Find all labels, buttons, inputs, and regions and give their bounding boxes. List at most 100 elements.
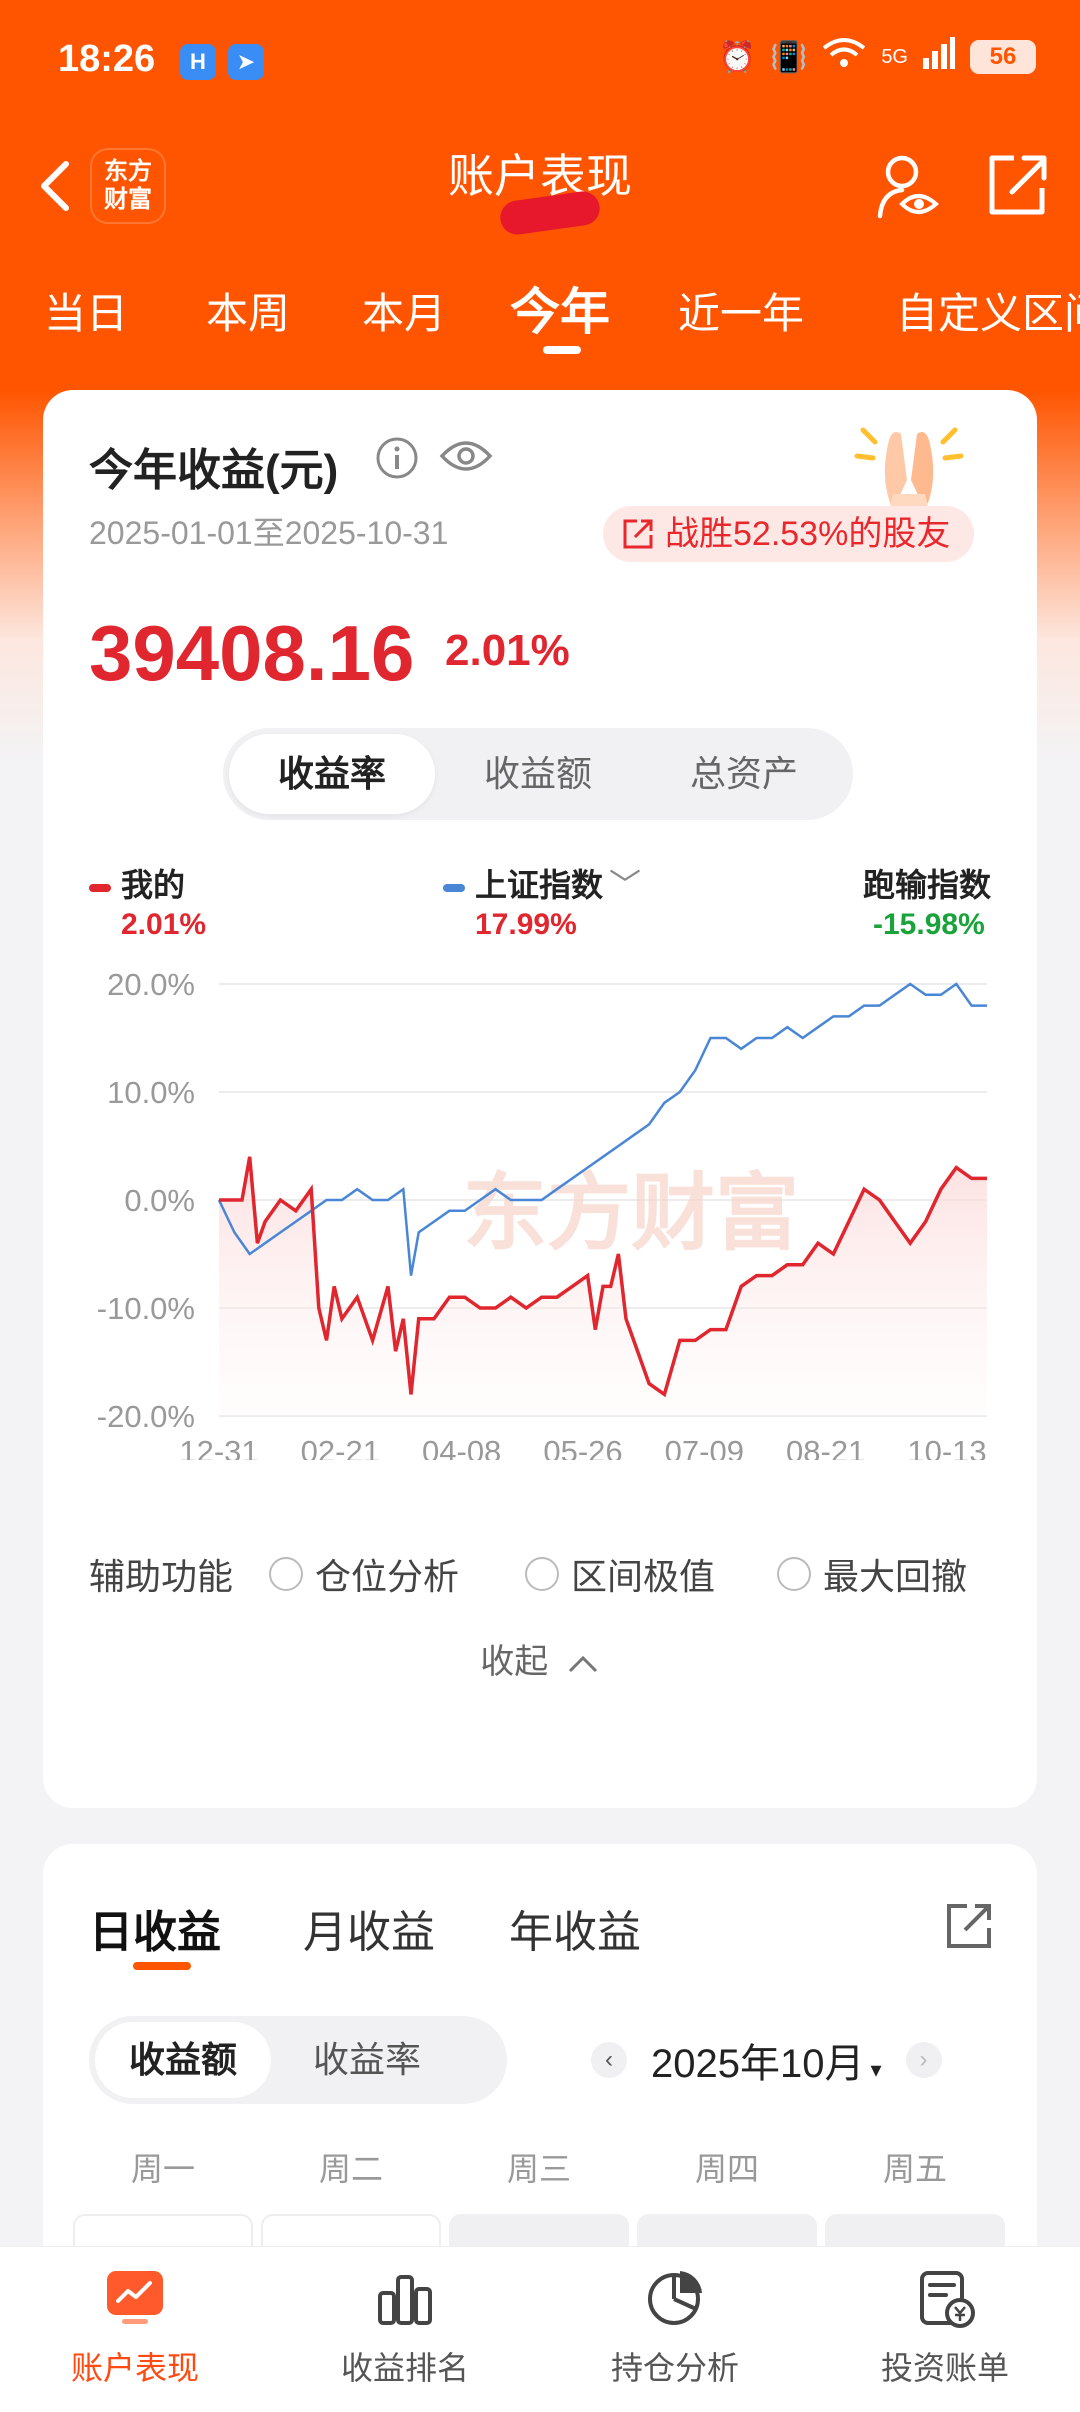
bottom-navigation: 账户表现 收益排名 持仓分析 投资账单 bbox=[0, 2246, 1080, 2412]
share-icon bbox=[947, 1904, 991, 1948]
calendar-mode-rate[interactable]: 收益率 bbox=[279, 2022, 455, 2098]
chevron-up-icon bbox=[568, 1655, 597, 1673]
calendar-mode-switch: 收益额 收益率 bbox=[89, 2016, 507, 2104]
nav-earnings-ranking[interactable]: 收益排名 bbox=[270, 2267, 540, 2389]
clapping-hands-icon bbox=[849, 410, 969, 520]
beat-ranking-badge[interactable]: 战胜52.53%的股友 bbox=[603, 506, 975, 562]
tab-daily-returns[interactable]: 日收益 bbox=[89, 1896, 221, 1960]
aux-functions: 辅助功能 仓位分析 区间极值 最大回撤 bbox=[89, 1548, 1009, 1598]
returns-chart[interactable]: 东方财富 20.0% 10.0% 0.0% -10.0% -20.0% 12-31 02-… bbox=[43, 960, 1037, 1460]
option-range-extremes[interactable]: 区间极值 bbox=[525, 1548, 715, 1600]
vibrate-icon: 📳 bbox=[769, 40, 808, 74]
eye-icon[interactable] bbox=[439, 434, 493, 478]
legend-mine-value: 2.01% bbox=[121, 908, 207, 941]
tab-yearly-returns[interactable]: 年收益 bbox=[509, 1896, 641, 1960]
nav-account-performance[interactable]: 账户表现 bbox=[0, 2267, 270, 2389]
share-button[interactable] bbox=[984, 152, 1050, 218]
signal-icon: 5G bbox=[881, 46, 908, 68]
calendar-mode-amount[interactable]: 收益额 bbox=[95, 2022, 271, 2098]
tab-today[interactable]: 当日 bbox=[44, 280, 128, 341]
option-position-analysis[interactable]: 仓位分析 bbox=[269, 1548, 459, 1600]
legend-gap: 跑输指数 bbox=[863, 860, 991, 906]
radio-icon bbox=[525, 1557, 559, 1591]
x-tick-label: 10-13 bbox=[907, 1434, 986, 1460]
nav-investment-statement[interactable]: 投资账单 bbox=[810, 2267, 1080, 2389]
wifi-icon bbox=[821, 36, 867, 78]
legend-index-value: 17.99% bbox=[475, 908, 577, 941]
earnings-rate: 2.01% bbox=[445, 626, 570, 675]
weekday-header: 周一 周二 周三 周四 周五 bbox=[73, 2144, 1013, 2194]
app-notification-icon: H bbox=[180, 44, 216, 80]
y-tick-label: -10.0% bbox=[97, 1291, 195, 1326]
radio-icon bbox=[777, 1557, 811, 1591]
messenger-notification-icon: ➤ bbox=[228, 44, 264, 80]
active-tab-indicator bbox=[133, 1962, 191, 1970]
signal-bars-icon bbox=[922, 36, 956, 78]
legend-mine-swatch bbox=[89, 883, 111, 892]
trend-chart-icon bbox=[107, 2271, 163, 2324]
chart-mode-assets[interactable]: 总资产 bbox=[641, 734, 847, 814]
info-icon[interactable] bbox=[375, 436, 419, 480]
legend-gap-value: -15.98% bbox=[873, 908, 985, 941]
month-navigator: ‹ 2025年10月 ▾ › bbox=[591, 2030, 942, 2090]
chart-watermark: 东方财富 bbox=[463, 1166, 799, 1260]
caret-down-icon: ▾ bbox=[870, 2057, 882, 2082]
option-label: 仓位分析 bbox=[315, 1556, 460, 1597]
option-label: 区间极值 bbox=[571, 1556, 716, 1597]
month-label: 2025年10月 bbox=[651, 2042, 865, 2086]
x-tick-label: 08-21 bbox=[786, 1434, 865, 1460]
x-tick-label: 07-09 bbox=[665, 1434, 744, 1460]
chart-mode-amount[interactable]: 收益额 bbox=[435, 734, 641, 814]
radio-icon bbox=[269, 1557, 303, 1591]
weekday-tue: 周二 bbox=[318, 2151, 383, 2187]
collapse-button[interactable]: 收起 bbox=[43, 1634, 1037, 1683]
tab-this-week[interactable]: 本周 bbox=[206, 280, 290, 341]
status-time: 18:26 bbox=[58, 38, 156, 80]
legend-mine-label: 我的 bbox=[121, 867, 186, 903]
prev-month-button[interactable]: ‹ bbox=[591, 2042, 627, 2078]
y-tick-label: -20.0% bbox=[97, 1399, 195, 1434]
period-tabs: 当日 本周 本月 今年 近一年 自定义区间 bbox=[0, 280, 1080, 370]
legend-index-swatch bbox=[443, 883, 465, 892]
tab-this-year[interactable]: 今年 bbox=[510, 272, 610, 344]
nav-holdings-analysis[interactable]: 持仓分析 bbox=[540, 2267, 810, 2389]
x-tick-label: 12-31 bbox=[179, 1434, 258, 1460]
legend-index[interactable]: 上证指数 ﹀ bbox=[443, 860, 641, 906]
alarm-icon: ⏰ bbox=[718, 40, 756, 74]
legend-index-label: 上证指数 bbox=[475, 867, 604, 903]
aux-label: 辅助功能 bbox=[89, 1556, 234, 1597]
weekday-wed: 周三 bbox=[506, 2151, 571, 2187]
next-month-button[interactable]: › bbox=[905, 2042, 942, 2078]
month-selector[interactable]: 2025年10月 ▾ bbox=[651, 2031, 882, 2089]
status-bar: 18:26 H ➤ ⏰ 📳 5G 56 bbox=[0, 0, 1080, 124]
bill-icon bbox=[920, 2271, 975, 2328]
option-max-drawdown[interactable]: 最大回撤 bbox=[777, 1548, 967, 1600]
share-button[interactable] bbox=[943, 1900, 995, 1952]
y-tick-label: 0.0% bbox=[124, 1183, 195, 1218]
legend-mine: 我的 bbox=[89, 860, 185, 906]
collapse-label: 收起 bbox=[480, 1643, 549, 1681]
tab-monthly-returns[interactable]: 月收益 bbox=[303, 1896, 435, 1960]
tab-last-year[interactable]: 近一年 bbox=[678, 280, 804, 341]
chevron-down-icon: ﹀ bbox=[609, 867, 642, 903]
pie-chart-icon bbox=[648, 2271, 702, 2325]
weekday-fri: 周五 bbox=[882, 2151, 947, 2187]
x-tick-label: 05-26 bbox=[543, 1434, 622, 1460]
x-tick-label: 02-21 bbox=[301, 1434, 380, 1460]
tab-this-month[interactable]: 本月 bbox=[362, 280, 446, 341]
privacy-view-button[interactable] bbox=[876, 152, 940, 222]
beat-text: 战胜52.53%的股友 bbox=[665, 515, 951, 553]
legend-gap-label: 跑输指数 bbox=[863, 867, 992, 903]
chart-mode-switch: 收益率 收益额 总资产 bbox=[223, 728, 853, 820]
tab-custom-range[interactable]: 自定义区间 bbox=[896, 280, 1080, 341]
x-tick-label: 04-08 bbox=[422, 1434, 501, 1460]
nav-label: 收益排名 bbox=[340, 2350, 469, 2386]
y-axis-ticks: 20.0% 10.0% 0.0% -10.0% -20.0% bbox=[97, 967, 195, 1434]
share-icon bbox=[989, 155, 1047, 215]
chart-mode-rate[interactable]: 收益率 bbox=[229, 734, 435, 814]
active-tab-indicator bbox=[543, 346, 581, 354]
earnings-amount: 39408.16 bbox=[89, 609, 415, 697]
earnings-title: 今年收益(元) bbox=[89, 446, 339, 495]
bar-chart-icon bbox=[378, 2275, 432, 2325]
date-range: 2025-01-01至2025-10-31 bbox=[89, 515, 449, 551]
